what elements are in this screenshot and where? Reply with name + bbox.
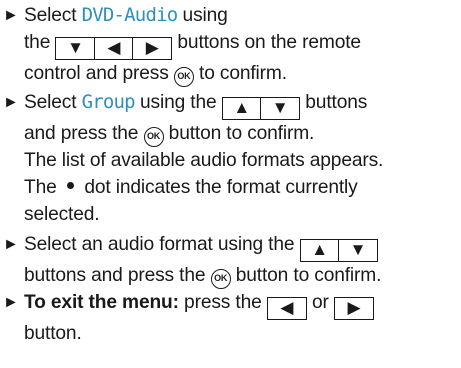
- bullet-arrow-icon: ►: [3, 236, 19, 253]
- list-item: ► Select an audio format using the ▲ ▼ bu…: [0, 231, 383, 289]
- up-arrow-key-icon: ▲: [299, 239, 340, 262]
- text: buttons: [300, 92, 368, 113]
- up-arrow-key-icon: ▲: [221, 97, 262, 120]
- text: button to confirm.: [163, 123, 315, 144]
- text: Select: [24, 92, 82, 113]
- list-item: ► To exit the menu: press the ◀ or ▶ but…: [0, 289, 376, 347]
- text: control and press: [24, 63, 174, 84]
- text-line: Select DVD-Audio using: [24, 2, 361, 29]
- key-group: ▲ ▼: [299, 231, 378, 262]
- right-arrow-key-icon: ▶: [132, 37, 173, 60]
- menu-term-dvd-audio: DVD-Audio: [81, 4, 179, 26]
- right-arrow-key-icon: ▶: [333, 297, 374, 320]
- ok-button-icon: OK: [210, 269, 231, 289]
- text: dot indicates the format currently: [79, 177, 358, 198]
- text: to confirm.: [193, 63, 287, 84]
- text-line: The list of available audio formats appe…: [24, 150, 384, 171]
- menu-term-group: Group: [81, 91, 136, 113]
- key-group: ▼ ◀ ▶: [55, 29, 173, 60]
- ok-button-icon: OK: [143, 127, 164, 147]
- text: using the: [134, 92, 222, 113]
- text: button to confirm.: [230, 265, 382, 286]
- text-line: To exit the menu: press the ◀ or ▶: [24, 289, 374, 320]
- text-line: and press the OK button to confirm.: [24, 120, 383, 147]
- left-arrow-key-icon: ◀: [93, 37, 134, 60]
- text: buttons on the remote: [172, 32, 361, 53]
- key-group: ▲ ▼: [221, 89, 301, 120]
- text-line: buttons and press the OK button to confi…: [24, 262, 381, 289]
- ok-button-icon: OK: [173, 67, 194, 87]
- down-arrow-key-icon: ▼: [260, 97, 301, 120]
- left-arrow-key-icon: ◀: [266, 297, 307, 320]
- bullet-arrow-icon: ►: [3, 94, 19, 111]
- list-item: ► Select Group using the ▲ ▼ buttons and …: [0, 89, 385, 228]
- text-line: selected.: [24, 204, 100, 225]
- text: the: [24, 32, 56, 53]
- exit-menu-heading: To exit the menu:: [24, 292, 179, 313]
- down-arrow-key-icon: ▼: [55, 37, 96, 60]
- text: Select: [24, 5, 82, 26]
- text-line: the ▼ ◀ ▶ buttons on the remote: [24, 29, 361, 60]
- text-line: button.: [24, 323, 82, 344]
- text-line: Select an audio format using the ▲ ▼: [24, 231, 381, 262]
- text: buttons and press the: [24, 265, 211, 286]
- list-item: ► Select DVD-Audio using the ▼ ◀ ▶ buttons…: [0, 2, 363, 87]
- text: press the: [178, 292, 267, 313]
- text: Select an audio format using the: [24, 234, 300, 255]
- instruction-list: ► Select DVD-Audio using the ▼ ◀ ▶ buttons…: [0, 0, 461, 368]
- text-line: Select Group using the ▲ ▼ buttons: [24, 89, 383, 120]
- selected-dot-icon: [66, 182, 74, 189]
- text: and press the: [24, 123, 144, 144]
- bullet-arrow-icon: ►: [3, 294, 19, 311]
- text-line: control and press OK to confirm.: [24, 60, 361, 87]
- down-arrow-key-icon: ▼: [337, 239, 378, 262]
- text: or: [306, 292, 334, 313]
- text-line: The dot indicates the format currently: [24, 174, 383, 201]
- text: using: [177, 5, 228, 26]
- text: The: [24, 177, 62, 198]
- bullet-arrow-icon: ►: [3, 7, 19, 24]
